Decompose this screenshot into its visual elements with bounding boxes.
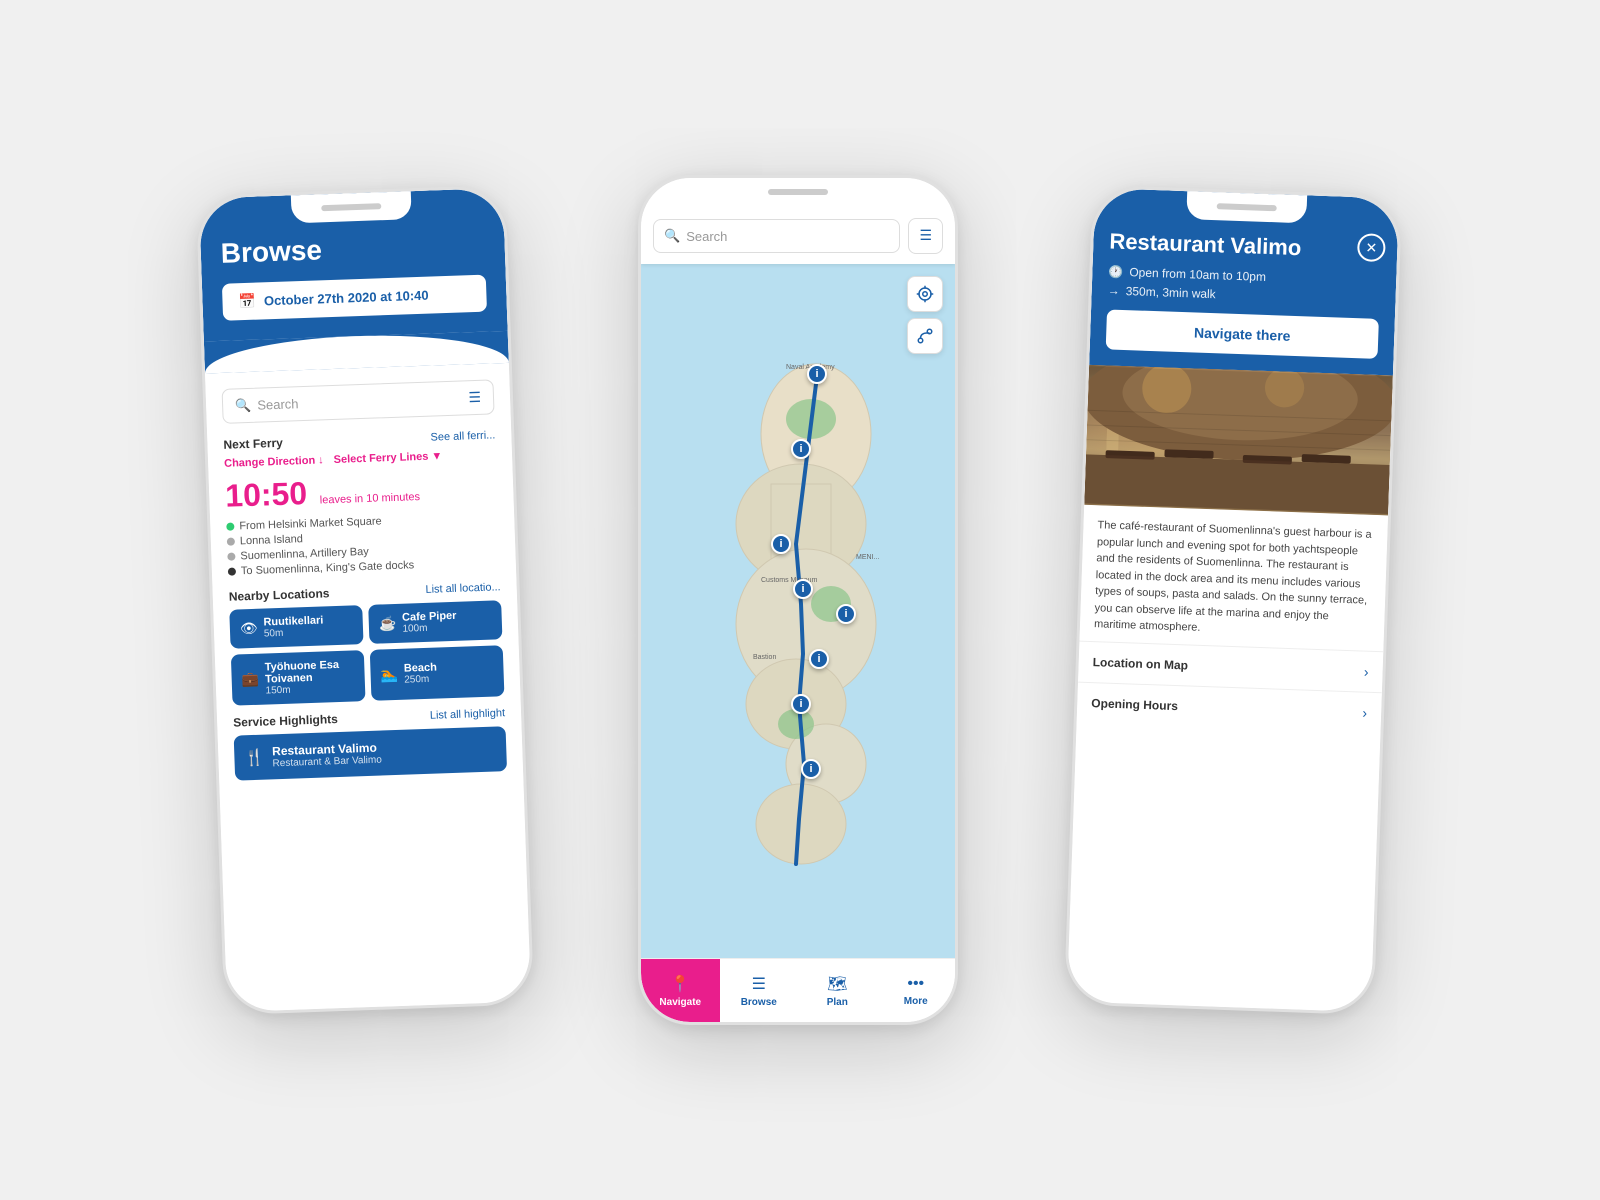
chevron-right-icon: ›: [1364, 663, 1369, 679]
date-box: 📅 October 27th 2020 at 10:40: [222, 275, 487, 321]
distance-row: → 350m, 3min walk: [1107, 283, 1379, 306]
list-all-highlights[interactable]: List all highlight: [430, 707, 506, 722]
close-button[interactable]: ✕: [1357, 233, 1386, 262]
search-icon: 🔍: [664, 228, 680, 244]
route-marker-7[interactable]: i: [791, 694, 811, 714]
route-dot-green: [226, 523, 234, 531]
map-search-text: Search: [686, 229, 889, 244]
right-phone: Restaurant Valimo ✕ 🕐 Open from 10am to …: [1064, 185, 1402, 1015]
search-placeholder: Search: [257, 390, 469, 412]
route-marker-6[interactable]: i: [809, 649, 829, 669]
map-area: Naval Academy Customs Museum Bastion MEN…: [641, 264, 955, 958]
plan-icon: 🗺: [827, 974, 847, 994]
map-controls: [907, 276, 943, 354]
center-phone: 🔍 Search ☰: [638, 175, 958, 1025]
calendar-icon: 📅: [238, 293, 256, 311]
nav-more[interactable]: ••• More: [877, 959, 956, 1022]
nav-plan-label: Plan: [827, 997, 848, 1008]
work-icon: 💼: [241, 671, 259, 689]
nearby-card-cafe-piper[interactable]: ☕ Cafe Piper 100m: [368, 600, 502, 644]
browse-title: Browse: [220, 229, 485, 270]
select-lines-btn[interactable]: Select Ferry Lines ▼: [333, 450, 442, 466]
ferry-section-header: Next Ferry See all ferri...: [223, 428, 495, 451]
distance-text: 350m, 3min walk: [1125, 284, 1215, 301]
search-bar[interactable]: 🔍 Search ☰: [222, 379, 495, 423]
restaurant-photo: [1084, 365, 1393, 516]
nav-plan[interactable]: 🗺 Plan: [798, 959, 877, 1022]
restaurant-title: Restaurant Valimo: [1109, 228, 1382, 263]
map-list-button[interactable]: ☰: [908, 218, 943, 254]
nav-more-label: More: [904, 996, 928, 1007]
swim-icon: 🏊: [380, 666, 398, 684]
highlight-card-valimo[interactable]: 🍴 Restaurant Valimo Restaurant & Bar Val…: [234, 726, 507, 780]
opening-hours-label: Opening Hours: [1091, 696, 1178, 713]
map-search-bar[interactable]: 🔍 Search: [653, 219, 900, 253]
route-button[interactable]: [907, 318, 943, 354]
bottom-nav: 📍 Navigate ☰ Browse 🗺 Plan ••• More: [641, 958, 955, 1022]
restaurant-description: The café-restaurant of Suomenlinna's gue…: [1080, 505, 1389, 651]
ferry-controls: Change Direction ↓ Select Ferry Lines ▼: [224, 448, 496, 469]
highlights-title: Service Highlights: [233, 712, 338, 730]
restaurant-info: 🕐 Open from 10am to 10pm → 350m, 3min wa…: [1107, 264, 1380, 306]
nav-browse[interactable]: ☰ Browse: [720, 959, 799, 1022]
route-dot-gray: [227, 538, 235, 546]
walk-icon: →: [1107, 283, 1119, 297]
route-marker-1[interactable]: i: [807, 364, 827, 384]
route-marker-5[interactable]: i: [836, 604, 856, 624]
ferry-leaves: leaves in 10 minutes: [320, 491, 421, 506]
ferry-time-row: 10:50 leaves in 10 minutes: [225, 468, 498, 514]
highlights-section-header: Service Highlights List all highlight: [233, 706, 505, 729]
coffee-icon: ☕: [379, 615, 397, 633]
left-phone: Browse 📅 October 27th 2020 at 10:40 🔍 Se…: [196, 185, 534, 1015]
nearby-card-beach[interactable]: 🏊 Beach 250m: [370, 645, 505, 701]
chevron-right-icon: ›: [1362, 704, 1367, 720]
route-marker-2[interactable]: i: [791, 439, 811, 459]
hours-text: Open from 10am to 10pm: [1129, 265, 1266, 284]
nearby-section-header: Nearby Locations List all locatio...: [229, 580, 501, 603]
ferry-section-title: Next Ferry: [223, 436, 283, 452]
nearby-card-ruutikellari[interactable]: 👁 Ruutikellari 50m: [229, 605, 363, 649]
route-marker-4[interactable]: i: [793, 579, 813, 599]
browse-icon: ☰: [752, 974, 766, 994]
more-icon: •••: [907, 975, 924, 993]
ferry-route: From Helsinki Market Square Lonna Island…: [226, 511, 500, 577]
nav-navigate-label: Navigate: [659, 997, 701, 1008]
svg-text:MENI...: MENI...: [856, 554, 879, 561]
nearby-grid: 👁 Ruutikellari 50m ☕ Cafe Piper 100m: [229, 600, 504, 705]
route-dot-dark: [228, 567, 236, 575]
route-marker-8[interactable]: i: [801, 759, 821, 779]
eye-icon: 👁: [240, 620, 258, 638]
list-icon: ☰: [919, 227, 932, 243]
svg-text:Bastion: Bastion: [753, 654, 776, 661]
locate-button[interactable]: [907, 276, 943, 312]
nav-browse-label: Browse: [741, 997, 777, 1008]
navigate-icon: 📍: [670, 974, 690, 994]
see-all-ferries[interactable]: See all ferri...: [430, 429, 495, 443]
search-icon: 🔍: [235, 397, 252, 414]
route-dot-gray: [227, 552, 235, 560]
clock-icon: 🕐: [1108, 264, 1123, 279]
restaurant-icon: 🍴: [244, 747, 265, 768]
browse-body: 🔍 Search ☰ Next Ferry See all ferri... C…: [205, 363, 523, 781]
list-all-locations[interactable]: List all locatio...: [425, 581, 501, 596]
location-label: Location on Map: [1093, 655, 1189, 672]
list-icon: ☰: [468, 389, 481, 406]
nearby-section-title: Nearby Locations: [229, 586, 330, 604]
nav-navigate[interactable]: 📍 Navigate: [641, 959, 720, 1022]
route-marker-3[interactable]: i: [771, 534, 791, 554]
nearby-card-tyohuone[interactable]: 💼 Työhuone Esa Toivanen 150m: [231, 650, 366, 706]
date-text: October 27th 2020 at 10:40: [264, 288, 429, 309]
interior-svg: [1084, 365, 1393, 516]
navigate-there-button[interactable]: Navigate there: [1106, 309, 1379, 358]
ferry-time: 10:50: [225, 475, 308, 514]
change-direction-btn[interactable]: Change Direction ↓: [224, 454, 324, 469]
